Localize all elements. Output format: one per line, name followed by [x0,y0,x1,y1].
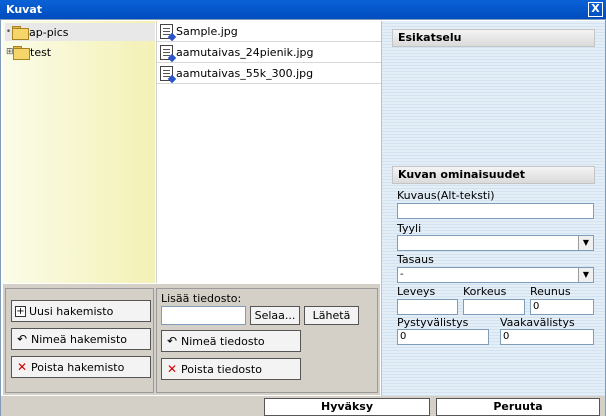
border-input[interactable]: 0 [530,299,594,315]
browse-button[interactable]: Selaa... [250,306,300,325]
folder-icon [13,46,30,60]
delete-file-label: Poista tiedosto [181,362,262,376]
actions-area: + Uusi hakemisto ↶ Nimeä hakemisto ✕ Poi… [3,284,380,395]
width-label: Leveys [397,285,436,298]
tree-item-test[interactable]: ⊞ test [6,43,51,61]
align-label: Tasaus [397,253,434,266]
new-folder-button[interactable]: + Uusi hakemisto [11,300,151,322]
image-dialog: • ap-pics ⊞ test Sample.jpg aamutaivas_2… [0,19,606,416]
alt-label: Kuvaus(Alt-teksti) [397,189,495,202]
tree-item-label: test [30,45,52,59]
align-select[interactable]: - ▼ [397,267,594,283]
file-path-input[interactable] [161,306,246,325]
folder-tree: • ap-pics ⊞ test [3,21,155,283]
chevron-down-icon[interactable]: ▼ [578,268,593,282]
delete-folder-label: Poista hakemisto [31,360,125,374]
image-file-icon [160,65,173,81]
cancel-button[interactable]: Peruuta [436,398,600,416]
border-label: Reunus [530,285,571,298]
align-select-value: - [400,269,404,280]
rename-folder-label: Nimeä hakemisto [31,332,128,346]
file-name: aamutaivas_24pienik.jpg [176,45,314,59]
file-list: Sample.jpg aamutaivas_24pienik.jpg aamut… [156,21,381,283]
add-file-label: Lisää tiedosto: [161,292,242,305]
vspace-input[interactable]: 0 [397,329,489,345]
file-row-24pienik[interactable]: aamutaivas_24pienik.jpg [157,42,381,63]
file-row-sample[interactable]: Sample.jpg [157,21,381,42]
properties-heading: Kuvan ominaisuudet [392,166,595,184]
folder-open-icon [12,26,29,40]
title-bar: Kuvat X [0,0,606,19]
rename-folder-button[interactable]: ↶ Nimeä hakemisto [11,328,151,350]
file-row-55k[interactable]: aamutaivas_55k_300.jpg [157,63,381,84]
ok-button[interactable]: Hyväksy [264,398,430,416]
tree-item-label: ap-pics [29,25,69,39]
hspace-label: Vaakavälistys [500,316,575,329]
window-title: Kuvat [6,3,43,16]
height-label: Korkeus [463,285,507,298]
rename-icon: ↶ [166,334,178,348]
file-name: Sample.jpg [176,24,238,38]
style-select[interactable]: ▼ [397,235,594,251]
delete-folder-button[interactable]: ✕ Poista hakemisto [11,356,151,378]
delete-icon: ✕ [16,360,28,374]
rename-file-label: Nimeä tiedosto [181,334,265,348]
new-folder-label: Uusi hakemisto [29,304,114,318]
upload-button[interactable]: Lähetä [304,306,359,325]
dialog-footer: Hyväksy Peruuta [1,396,605,416]
delete-icon: ✕ [166,362,178,376]
tree-node-dot: • [5,27,12,37]
delete-file-button[interactable]: ✕ Poista tiedosto [161,358,301,380]
rename-file-button[interactable]: ↶ Nimeä tiedosto [161,330,301,352]
rename-icon: ↶ [16,332,28,346]
alt-text-input[interactable] [397,203,594,219]
height-input[interactable] [463,299,525,315]
chevron-down-icon[interactable]: ▼ [578,236,593,250]
tree-item-ap-pics[interactable]: • ap-pics [5,23,155,41]
preview-heading: Esikatselu [392,29,595,47]
expand-icon[interactable]: ⊞ [6,47,14,57]
hspace-input[interactable]: 0 [500,329,594,345]
vspace-label: Pystyvälistys [397,316,469,329]
image-file-icon [160,23,173,39]
file-name: aamutaivas_55k_300.jpg [176,66,314,80]
width-input[interactable] [397,299,458,315]
properties-panel: Esikatselu Kuvan ominaisuudet Kuvaus(Alt… [381,21,605,415]
close-button[interactable]: X [588,2,603,17]
style-label: Tyyli [397,222,422,235]
new-folder-icon: + [15,305,26,317]
image-file-icon [160,44,173,60]
